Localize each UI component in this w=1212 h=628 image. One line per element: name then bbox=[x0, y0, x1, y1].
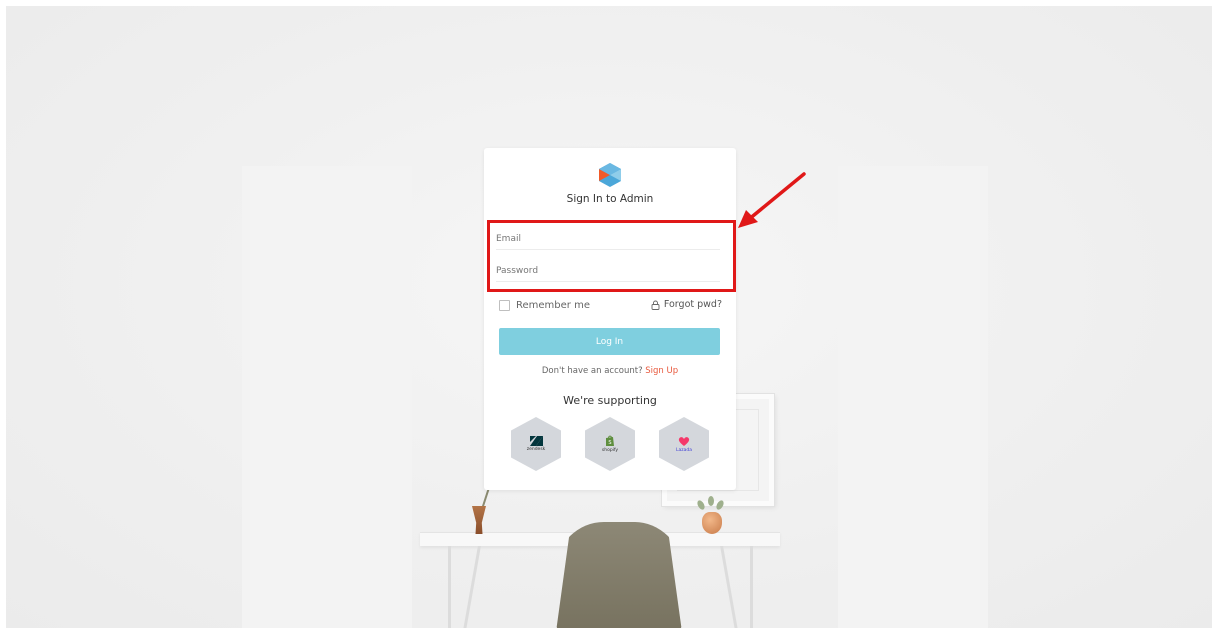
login-button[interactable]: Log In bbox=[499, 328, 720, 355]
signup-row: Don't have an account? Sign Up bbox=[484, 366, 736, 376]
svg-text:S: S bbox=[608, 440, 611, 446]
shopify-logo-icon: S bbox=[606, 435, 614, 446]
leaf bbox=[708, 496, 714, 506]
lazada-logo-icon bbox=[678, 436, 690, 446]
red-arrow-icon bbox=[738, 172, 806, 228]
remember-me-toggle[interactable]: Remember me bbox=[499, 298, 590, 312]
signup-link[interactable]: Sign Up bbox=[645, 366, 678, 376]
supporting-title: We're supporting bbox=[563, 394, 657, 407]
lock-icon bbox=[651, 300, 660, 310]
remember-me-checkbox[interactable] bbox=[499, 299, 510, 311]
partner-label: zendesk bbox=[526, 447, 546, 452]
desk-leg bbox=[750, 546, 753, 628]
zendesk-logo-icon bbox=[529, 436, 543, 446]
page-title: Sign In to Admin bbox=[566, 193, 654, 205]
partner-badge-lazada[interactable]: Lazada bbox=[659, 417, 709, 471]
plant-pot bbox=[702, 512, 722, 534]
partner-label: shopify bbox=[601, 448, 619, 453]
partner-badge-zendesk[interactable]: zendesk bbox=[511, 417, 561, 471]
desk-leg bbox=[448, 546, 451, 628]
wall-panel-right bbox=[838, 166, 988, 628]
forgot-password-link[interactable]: Forgot pwd? bbox=[651, 299, 722, 310]
annotation-highlight-box bbox=[487, 220, 736, 292]
chair bbox=[556, 522, 682, 628]
admin-logo-icon bbox=[599, 163, 621, 187]
partner-badge-shopify[interactable]: S shopify bbox=[585, 417, 635, 471]
partner-label: Lazada bbox=[676, 447, 692, 453]
signup-prompt: Don't have an account? bbox=[541, 366, 643, 376]
remember-me-label: Remember me bbox=[516, 299, 590, 311]
forgot-password-label: Forgot pwd? bbox=[663, 299, 722, 310]
wall-panel-left bbox=[242, 166, 412, 628]
login-card: Sign In to Admin Remember me Forgot pwd?… bbox=[484, 148, 736, 490]
